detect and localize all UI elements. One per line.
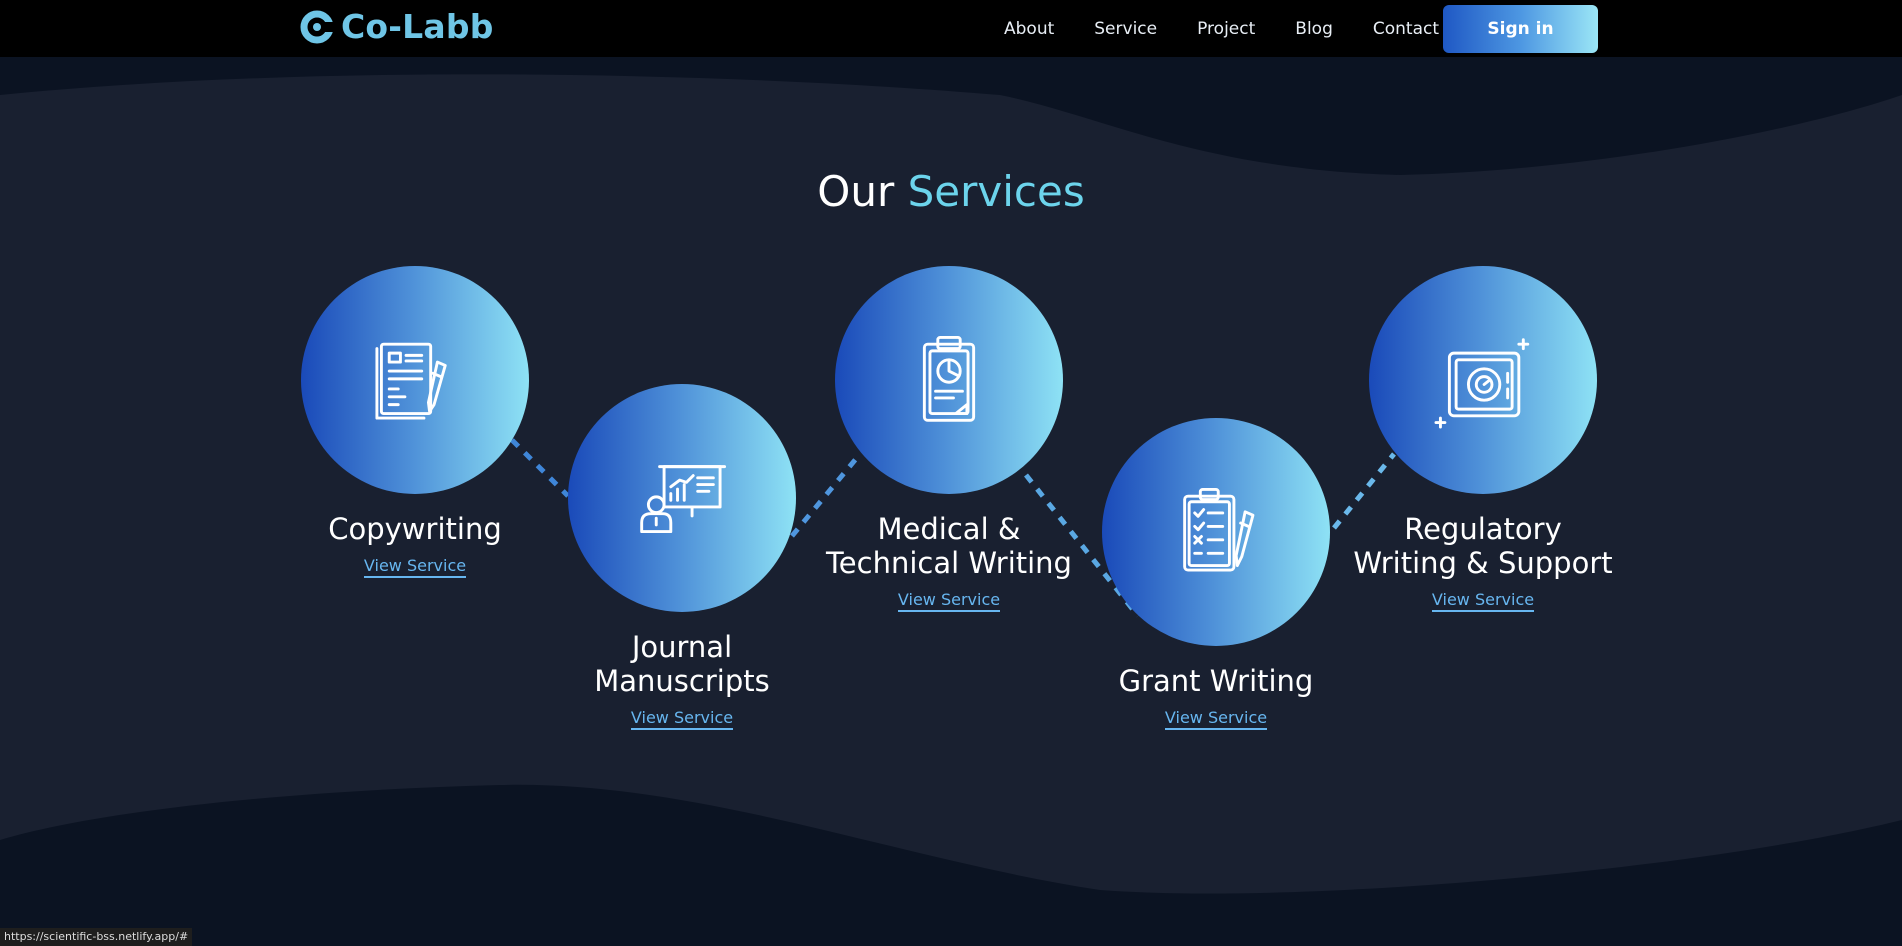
service-title: Grant Writing <box>1118 664 1314 698</box>
nav-link-service[interactable]: Service <box>1094 19 1157 39</box>
view-service-link[interactable]: View Service <box>363 556 467 578</box>
service-title: Regulatory Writing & Support <box>1353 512 1613 580</box>
document-pen-icon <box>375 342 447 420</box>
heading-part-services: Services <box>907 167 1085 216</box>
logo[interactable]: Co-Labb <box>300 7 494 46</box>
heading-part-our: Our <box>817 167 895 216</box>
service-card-journal-manuscripts: Journal Manuscripts View Service <box>552 384 812 730</box>
view-service-link[interactable]: View Service <box>1164 708 1268 730</box>
service-circle <box>1369 266 1597 494</box>
view-service-link[interactable]: View Service <box>1431 590 1535 612</box>
nav-link-project[interactable]: Project <box>1197 19 1255 39</box>
service-title: Medical & Technical Writing <box>826 512 1072 580</box>
service-circle <box>1102 418 1330 646</box>
safe-icon <box>1434 338 1530 429</box>
service-circle <box>835 266 1063 494</box>
checklist-pen-icon <box>1183 487 1255 572</box>
logo-icon <box>300 10 334 43</box>
navbar: Co-Labb About Service Project Blog Conta… <box>0 0 1902 57</box>
service-card-copywriting: Copywriting View Service <box>285 266 545 578</box>
logo-text: Co-Labb <box>341 7 494 46</box>
view-service-link[interactable]: View Service <box>630 708 734 730</box>
service-title: Journal Manuscripts <box>594 630 770 698</box>
service-circle <box>301 266 529 494</box>
section-heading: Our Services <box>0 167 1902 216</box>
presentation-icon <box>640 465 727 534</box>
view-service-link[interactable]: View Service <box>897 590 1001 612</box>
service-title: Copywriting <box>328 512 502 546</box>
service-card-regulatory-writing-support: Regulatory Writing & Support View Servic… <box>1353 266 1613 612</box>
nav-link-blog[interactable]: Blog <box>1295 19 1333 39</box>
service-circle <box>568 384 796 612</box>
nav-link-about[interactable]: About <box>1004 19 1054 39</box>
service-card-grant-writing: Grant Writing View Service <box>1086 418 1346 730</box>
sign-in-button[interactable]: Sign in <box>1443 5 1598 53</box>
service-card-medical-technical-writing: Medical & Technical Writing View Service <box>819 266 1079 612</box>
status-bar-url: https://scientific-bss.netlify.app/# <box>0 928 193 946</box>
clipboard-chart-icon <box>922 335 976 422</box>
nav-link-contact[interactable]: Contact <box>1373 19 1439 39</box>
nav-links: About Service Project Blog Contact <box>1004 0 1439 57</box>
